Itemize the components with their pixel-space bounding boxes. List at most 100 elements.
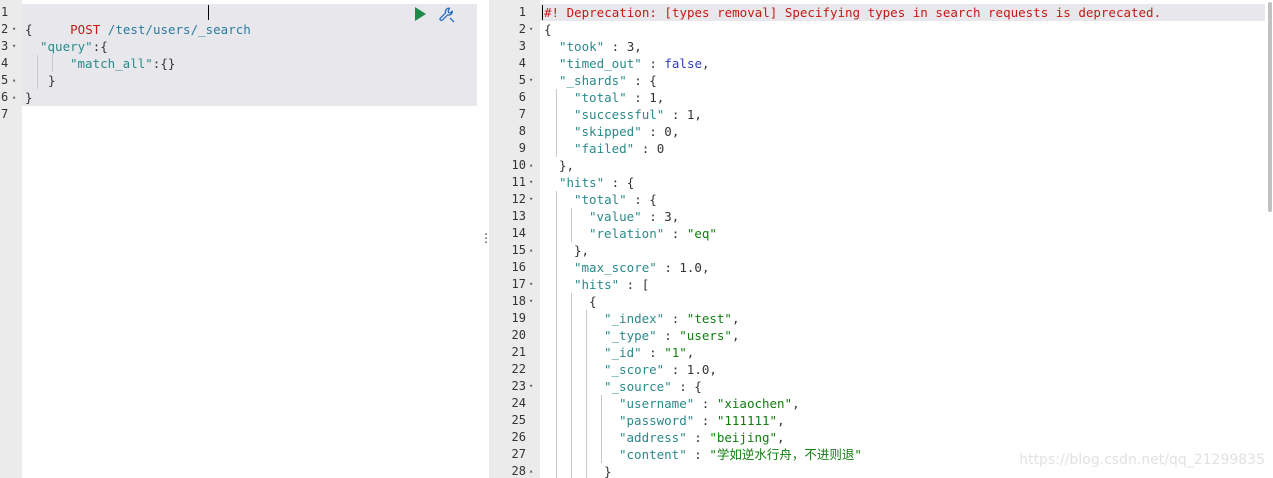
line-number: 7 xyxy=(1,107,9,121)
fold-up-icon[interactable]: ▴ xyxy=(12,89,16,106)
line-number: 20 xyxy=(511,328,526,342)
line-number: 21 xyxy=(511,345,526,359)
line-number: 7 xyxy=(518,107,526,121)
response-line: "_index" : "test", xyxy=(604,311,740,326)
response-line: }, xyxy=(559,158,575,173)
response-line: "_shards" : { xyxy=(559,73,657,88)
line-number: 27 xyxy=(511,447,526,461)
response-line: "hits" : [ xyxy=(574,277,650,292)
response-line: "timed_out" : false, xyxy=(559,56,710,71)
line-number: 5 xyxy=(1,73,9,87)
line-number: 11 xyxy=(511,175,526,189)
request-query-line: "query":{ xyxy=(40,39,108,54)
line-number: 15 xyxy=(511,243,526,257)
response-line: "relation" : "eq" xyxy=(589,226,717,241)
line-number: 18 xyxy=(511,294,526,308)
line-number: 22 xyxy=(511,362,526,376)
line-number: 16 xyxy=(511,260,526,274)
line-number: 2 xyxy=(1,22,9,36)
request-url: /test/users/_search xyxy=(107,22,251,37)
fold-up-icon[interactable]: ▴ xyxy=(12,72,16,89)
response-line: "value" : 3, xyxy=(589,209,680,224)
response-scrollbar[interactable] xyxy=(1268,2,1272,212)
response-line: "took" : 3, xyxy=(559,39,642,54)
request-line-1[interactable]: POST /test/users/_search xyxy=(25,4,251,37)
response-cursor xyxy=(542,5,543,20)
fold-up-icon[interactable]: ▴ xyxy=(529,242,533,259)
deprecation-warning: #! Deprecation: [types removal] Specifyi… xyxy=(544,5,1162,20)
line-number: 1 xyxy=(1,5,9,19)
response-line: "skipped" : 0, xyxy=(574,124,680,139)
line-number: 23 xyxy=(511,379,526,393)
watermark-text: https://blog.csdn.net/qq_21299835 xyxy=(1019,452,1265,468)
fold-down-icon[interactable]: ▾ xyxy=(529,174,533,191)
response-line: "total" : { xyxy=(574,192,657,207)
response-line: { xyxy=(589,294,597,309)
response-line: "total" : 1, xyxy=(574,90,665,105)
indent-guide xyxy=(571,293,572,478)
response-line: "_source" : { xyxy=(604,379,702,394)
fold-down-icon[interactable]: ▾ xyxy=(529,191,533,208)
fold-down-icon[interactable]: ▾ xyxy=(12,21,16,38)
indent-guide xyxy=(37,55,38,89)
fold-down-icon[interactable]: ▾ xyxy=(529,72,533,89)
indent-guide xyxy=(571,208,572,242)
response-line: "username" : "xiaochen", xyxy=(619,396,800,411)
request-settings-button[interactable] xyxy=(438,6,456,24)
request-open-brace: { xyxy=(25,22,33,37)
request-inner-close: } xyxy=(48,73,56,88)
request-code[interactable]: POST /test/users/_search { "query":{ "ma… xyxy=(22,0,477,478)
line-number: 1 xyxy=(518,5,526,19)
play-icon xyxy=(415,7,426,21)
request-outer-close: } xyxy=(25,90,33,105)
indent-guide xyxy=(556,191,557,478)
fold-down-icon[interactable]: ▾ xyxy=(529,293,533,310)
request-match-all-line: "match_all":{} xyxy=(70,56,176,71)
line-number: 10 xyxy=(511,158,526,172)
line-number: 4 xyxy=(518,56,526,70)
response-viewer[interactable]: 1 2 ▾ 3 4 5 ▾ 6 7 8 9 10 ▴ 11 ▾ 12 ▾ 13 14 15 ▴ 16 17 ▾ 18 ▾ 19 20 2… xyxy=(489,0,1273,478)
line-number: 9 xyxy=(518,141,526,155)
response-line: { xyxy=(544,22,552,37)
line-number: 4 xyxy=(1,56,9,70)
line-number: 5 xyxy=(518,73,526,87)
line-number: 14 xyxy=(511,226,526,240)
line-number: 8 xyxy=(518,124,526,138)
run-request-button[interactable] xyxy=(412,6,428,22)
indent-guide xyxy=(52,55,53,72)
line-number: 13 xyxy=(511,209,526,223)
response-line: "max_score" : 1.0, xyxy=(574,260,710,275)
request-editor[interactable]: 1 2 ▾ 3 ▾ 4 5 ▴ 6 ▴ 7 POST /test/users/_search { "… xyxy=(0,0,477,478)
line-number: 2 xyxy=(518,22,526,36)
response-line: "_score" : 1.0, xyxy=(604,362,717,377)
fold-down-icon[interactable]: ▾ xyxy=(529,378,533,395)
response-line: "failed" : 0 xyxy=(574,141,665,156)
line-number: 25 xyxy=(511,413,526,427)
line-number: 24 xyxy=(511,396,526,410)
indent-guide xyxy=(586,310,587,478)
line-number: 12 xyxy=(511,192,526,206)
request-method: POST xyxy=(70,22,101,37)
response-line: "content" : "学如逆水行舟，不进则退" xyxy=(619,447,862,462)
response-line: "_id" : "1", xyxy=(604,345,695,360)
line-number: 17 xyxy=(511,277,526,291)
fold-up-icon[interactable]: ▴ xyxy=(529,157,533,174)
line-number: 6 xyxy=(518,90,526,104)
line-number: 3 xyxy=(1,39,9,53)
text-cursor xyxy=(208,5,209,20)
line-number: 28 xyxy=(511,464,526,478)
fold-down-icon[interactable]: ▾ xyxy=(12,38,16,55)
response-line: }, xyxy=(574,243,590,258)
line-number: 19 xyxy=(511,311,526,325)
response-line: "successful" : 1, xyxy=(574,107,702,122)
fold-down-icon[interactable]: ▾ xyxy=(529,21,533,38)
response-line: "hits" : { xyxy=(559,175,635,190)
fold-down-icon[interactable]: ▾ xyxy=(529,276,533,293)
response-line: } xyxy=(604,464,612,478)
response-line: "password" : "111111", xyxy=(619,413,785,428)
fold-up-icon[interactable]: ▴ xyxy=(529,463,533,478)
response-line: "_type" : "users", xyxy=(604,328,740,343)
response-code[interactable]: #! Deprecation: [types removal] Specifyi… xyxy=(540,0,1273,478)
line-number: 3 xyxy=(518,39,526,53)
line-number: 26 xyxy=(511,430,526,444)
